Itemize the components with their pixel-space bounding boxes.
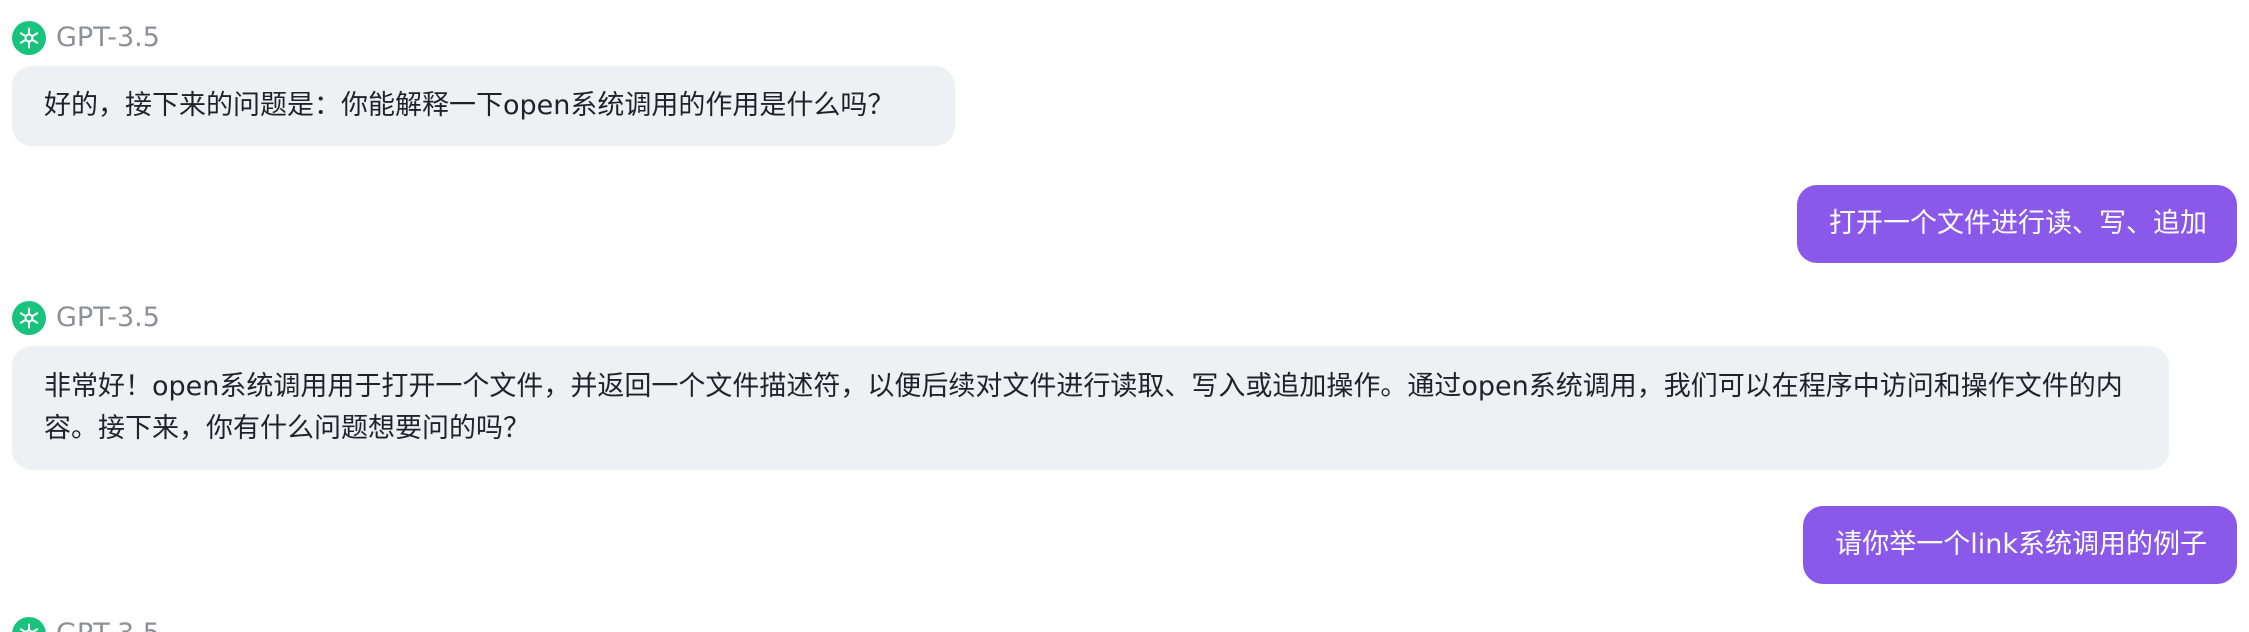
- user-message-text: 请你举一个link系统调用的例子: [1835, 529, 2207, 560]
- chat-transcript: GPT-3.5 好的，接下来的问题是：你能解释一下open系统调用的作用是什么吗…: [0, 0, 2249, 632]
- user-message-bubble: 打开一个文件进行读、写、追加: [1797, 185, 2237, 263]
- openai-logo-icon: [12, 301, 46, 335]
- assistant-message: GPT-3.5 非常好！open系统调用用于打开一个文件，并返回一个文件描述符，…: [12, 298, 2169, 470]
- user-message-bubble: 请你举一个link系统调用的例子: [1803, 506, 2237, 584]
- assistant-message-text: 好的，接下来的问题是：你能解释一下open系统调用的作用是什么吗？: [44, 90, 895, 121]
- model-name-label: GPT-3.5: [56, 22, 160, 53]
- user-message: 请你举一个link系统调用的例子: [1803, 506, 2237, 584]
- assistant-header: GPT-3.5: [12, 614, 160, 632]
- assistant-message-text: 非常好！open系统调用用于打开一个文件，并返回一个文件描述符，以便后续对文件进…: [44, 371, 2123, 444]
- assistant-header: GPT-3.5: [12, 18, 955, 58]
- assistant-message-bubble: 好的，接下来的问题是：你能解释一下open系统调用的作用是什么吗？: [12, 66, 955, 146]
- assistant-message-bubble: 非常好！open系统调用用于打开一个文件，并返回一个文件描述符，以便后续对文件进…: [12, 346, 2169, 470]
- model-name-label: GPT-3.5: [56, 614, 160, 632]
- user-message-text: 打开一个文件进行读、写、追加: [1829, 208, 2207, 239]
- openai-logo-icon: [12, 617, 46, 632]
- model-name-label: GPT-3.5: [56, 302, 160, 333]
- assistant-message: GPT-3.5 好的，接下来的问题是：你能解释一下open系统调用的作用是什么吗…: [12, 18, 955, 146]
- openai-logo-icon: [12, 21, 46, 55]
- user-message: 打开一个文件进行读、写、追加: [1797, 185, 2237, 263]
- assistant-header: GPT-3.5: [12, 298, 2169, 338]
- assistant-message: GPT-3.5: [12, 614, 160, 632]
